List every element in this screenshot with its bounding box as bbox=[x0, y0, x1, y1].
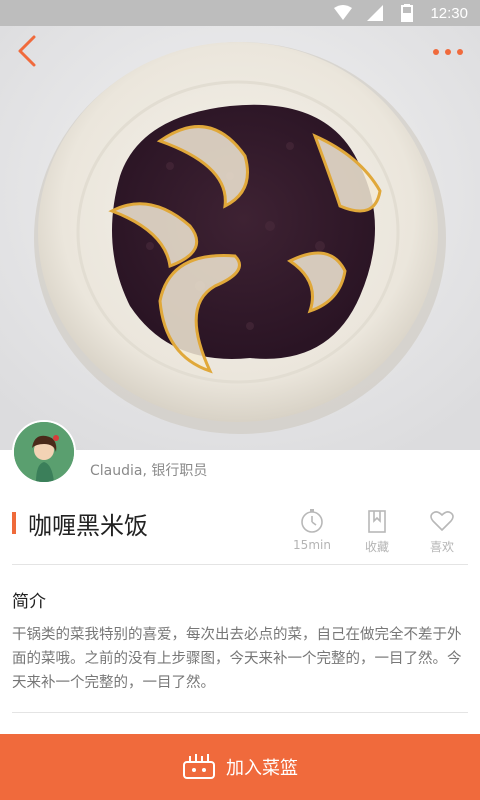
wifi-icon bbox=[334, 4, 353, 22]
dish-illustration bbox=[0, 26, 480, 450]
like-label: 喜欢 bbox=[429, 540, 454, 554]
timer-icon bbox=[299, 508, 325, 534]
more-options-button[interactable] bbox=[432, 44, 464, 60]
title-accent-bar bbox=[12, 512, 16, 534]
favorite-label: 收藏 bbox=[364, 540, 389, 554]
more-dots-icon bbox=[433, 49, 463, 55]
status-bar: 12:30 bbox=[0, 0, 480, 26]
intro-text: 干锅类的菜我特别的喜爱，每次出去必点的菜，自己在做完全不差于外面的菜哦。之前的没… bbox=[12, 627, 462, 691]
basket-icon bbox=[182, 752, 216, 782]
cook-time: 15min bbox=[282, 508, 342, 552]
back-arrow-icon bbox=[18, 35, 36, 67]
divider bbox=[12, 712, 468, 713]
like-button[interactable]: 喜欢 bbox=[412, 508, 472, 555]
status-time: 12:30 bbox=[430, 4, 468, 22]
recipe-title: 咖喱黑米饭 bbox=[28, 512, 148, 540]
battery-icon bbox=[398, 4, 416, 22]
add-to-basket-label: 加入菜篮 bbox=[226, 758, 298, 779]
heart-icon bbox=[429, 508, 455, 534]
bookmark-icon bbox=[364, 508, 390, 534]
recipe-hero-image bbox=[0, 26, 480, 450]
author-info[interactable]: Claudia, 银行职员 bbox=[90, 460, 207, 480]
favorite-button[interactable]: 收藏 bbox=[347, 508, 407, 555]
intro-heading: 简介 bbox=[12, 592, 46, 612]
add-to-basket-button[interactable]: 加入菜篮 bbox=[0, 734, 480, 800]
signal-icon bbox=[366, 4, 384, 22]
cook-time-label: 15min bbox=[293, 538, 331, 552]
divider bbox=[12, 564, 468, 565]
back-button[interactable] bbox=[14, 34, 42, 68]
avatar-illustration bbox=[14, 422, 74, 482]
author-avatar[interactable] bbox=[12, 420, 76, 484]
